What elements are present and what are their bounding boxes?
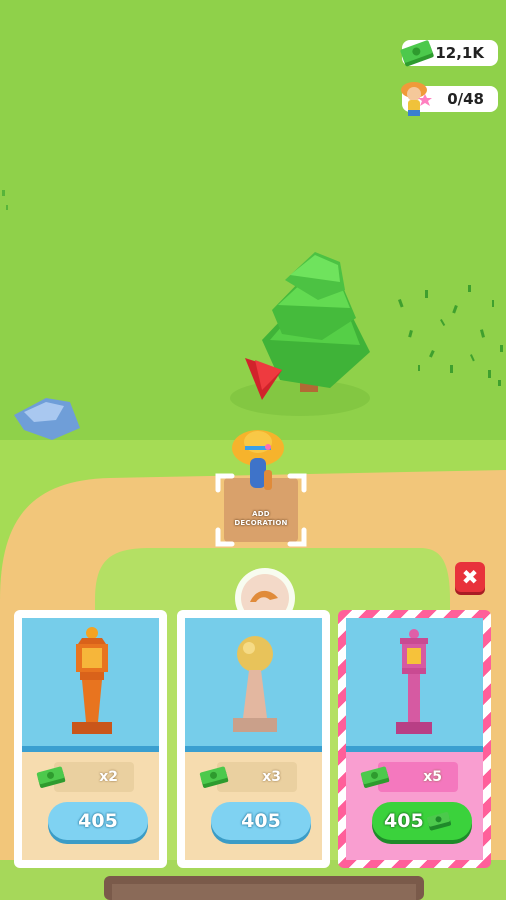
close-shop-button[interactable]: ✖ [455,562,485,592]
cash-icon [36,766,66,788]
cash-icon [199,766,229,788]
item-multiplier: x5 [360,762,458,792]
ball-post-icon [233,636,277,732]
orange-lantern-icon [72,627,112,734]
shop-item-pink-lantern[interactable]: x5 405 [338,610,491,868]
add-decoration-label: ADD DECORATION [234,510,288,527]
buy-price: 405 [78,810,118,832]
shop-item-orange-lantern[interactable]: x2 405 [14,610,167,868]
cash-icon [360,766,390,788]
item-info: x3 405 [185,752,322,860]
money-value: 12,1K [435,44,484,62]
customer-value: 0/48 [447,90,484,108]
cash-icon [426,812,451,831]
item-preview [185,618,322,752]
buy-price: 405 [384,810,424,832]
item-multiplier-value: x3 [262,769,281,785]
buy-button[interactable]: 405 [48,802,148,840]
item-multiplier-value: x2 [99,769,118,785]
item-info: x2 405 [22,752,159,860]
buy-button[interactable]: 405 [372,802,472,840]
close-icon: ✖ [461,565,479,589]
visitor-girl-icon [401,82,432,116]
buy-button[interactable]: 405 [211,802,311,840]
pink-lantern-icon [396,629,432,734]
item-multiplier: x2 [36,762,134,792]
item-preview [346,618,483,752]
shop-item-ball-post[interactable]: x3 405 [177,610,330,868]
item-preview [22,618,159,752]
item-multiplier: x3 [199,762,297,792]
item-multiplier-value: x5 [423,769,442,785]
buy-price: 405 [241,810,281,832]
item-info: x5 405 [346,752,483,860]
cash-stack-icon [400,40,434,67]
